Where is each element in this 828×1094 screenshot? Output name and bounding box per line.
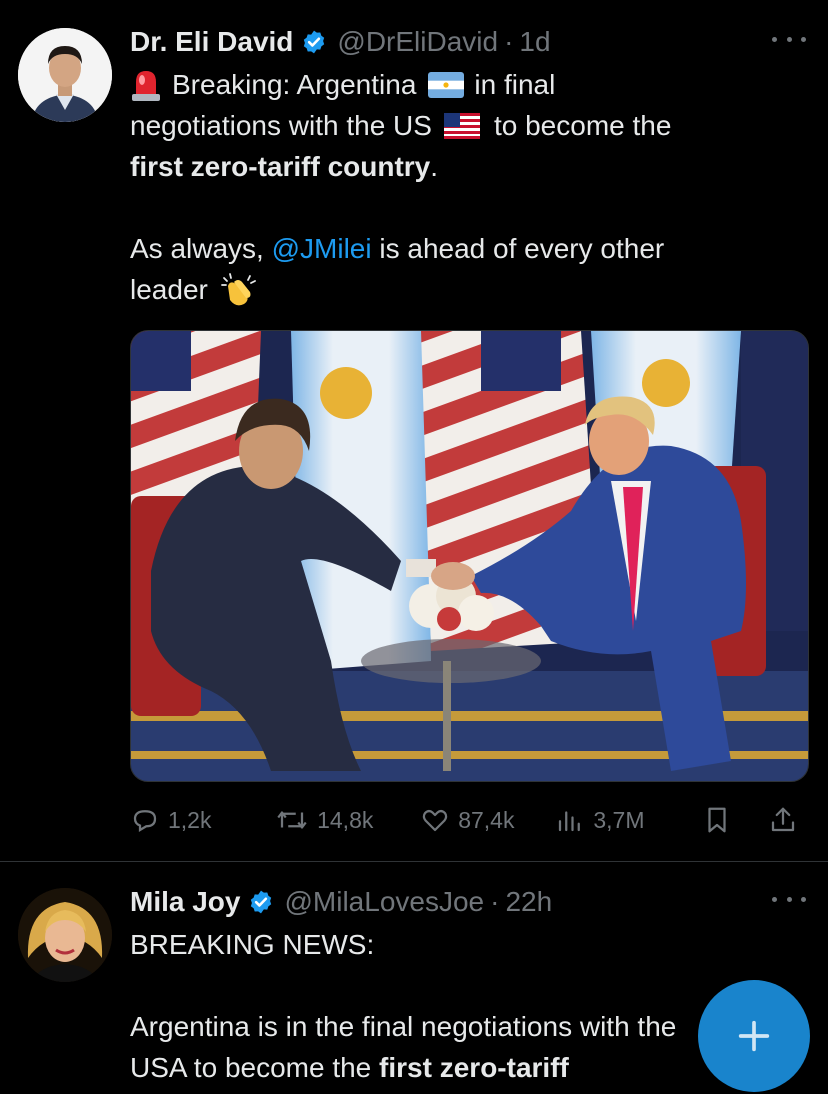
like-count: 87,4k [458, 806, 515, 833]
tweet-text-line: USA to become the [130, 1052, 380, 1083]
tweet-timestamp[interactable]: 1d [519, 26, 550, 58]
tweet-photo[interactable] [130, 330, 809, 782]
share-button[interactable] [768, 805, 806, 835]
tweet-timestamp[interactable]: 22h [505, 886, 552, 918]
tweet-text: BREAKING NEWS: Argentina is in the final… [130, 924, 800, 1088]
repost-count: 14,8k [317, 806, 374, 833]
tweet-text-bold: first zero-tariff [379, 1052, 569, 1083]
bookmark-icon [708, 807, 727, 833]
tweet-text-line: is ahead of every other [371, 233, 665, 264]
tweet-text-line: Breaking: Argentina [172, 69, 417, 100]
tweet-text-line: Argentina is in the final negotiations w… [130, 1011, 677, 1042]
mention-link[interactable]: @JMilei [272, 228, 372, 269]
like-button[interactable]: 87,4k [420, 805, 555, 835]
repost-icon [277, 811, 307, 829]
tweet-text-line: BREAKING NEWS: [130, 929, 375, 960]
heart-icon [422, 809, 448, 832]
tweet-header: Dr. Eli David @DrEliDavid · 1d [130, 22, 758, 62]
views-chart-icon [559, 811, 581, 832]
reply-button[interactable]: 1,2k [130, 805, 275, 835]
tweet-text-line: to become the [493, 110, 672, 141]
avatar-dr-eli-david[interactable] [18, 28, 112, 122]
author-handle[interactable]: @MilaLovesJoe [284, 886, 484, 918]
reply-count: 1,2k [168, 806, 212, 833]
tweet-text-line: negotiations with the US [130, 110, 432, 141]
tweet-action-bar: 1,2k 14,8k 87,4k 3,7M [130, 800, 806, 840]
separator-dot: · [490, 886, 500, 917]
verified-badge-icon [251, 890, 272, 914]
argentina-flag-emoji [428, 71, 465, 98]
tweet-text-line: . [430, 151, 439, 182]
share-icon [771, 807, 795, 832]
handshake-photo-illustration [131, 331, 808, 781]
tweet-text-line: leader [130, 274, 208, 305]
author-name[interactable]: Dr. Eli David [130, 26, 293, 58]
clapping-hands-emoji [220, 272, 256, 305]
compose-post-button[interactable] [698, 980, 810, 1092]
tweet-text-line: As always, [130, 233, 272, 264]
avatar-mila-joy[interactable] [18, 888, 112, 982]
tweet-text-line: in final [474, 69, 556, 100]
rotating-light-emoji [132, 70, 160, 101]
tweet-dr-eli-david[interactable]: Dr. Eli David @DrEliDavid · 1d Breaking:… [0, 0, 828, 862]
separator-dot: · [504, 26, 514, 57]
more-options-icon[interactable] [772, 24, 806, 54]
plus-icon [738, 1020, 770, 1052]
more-options-icon[interactable] [772, 884, 806, 914]
repost-button[interactable]: 14,8k [275, 805, 420, 835]
author-name[interactable]: Mila Joy [130, 886, 240, 918]
author-handle[interactable]: @DrEliDavid [337, 26, 498, 58]
tweet-text-bold: first zero-tariff country [130, 151, 431, 182]
views-button[interactable]: 3,7M [555, 805, 702, 835]
verified-badge-icon [304, 30, 325, 54]
tweet-header: Mila Joy @MilaLovesJoe · 22h [130, 882, 758, 922]
reply-icon [133, 810, 157, 832]
bookmark-button[interactable] [702, 805, 768, 835]
us-flag-emoji [443, 112, 480, 139]
views-count: 3,7M [593, 806, 645, 833]
tweet-text: Breaking: Argentina in final negotiation… [130, 64, 800, 310]
